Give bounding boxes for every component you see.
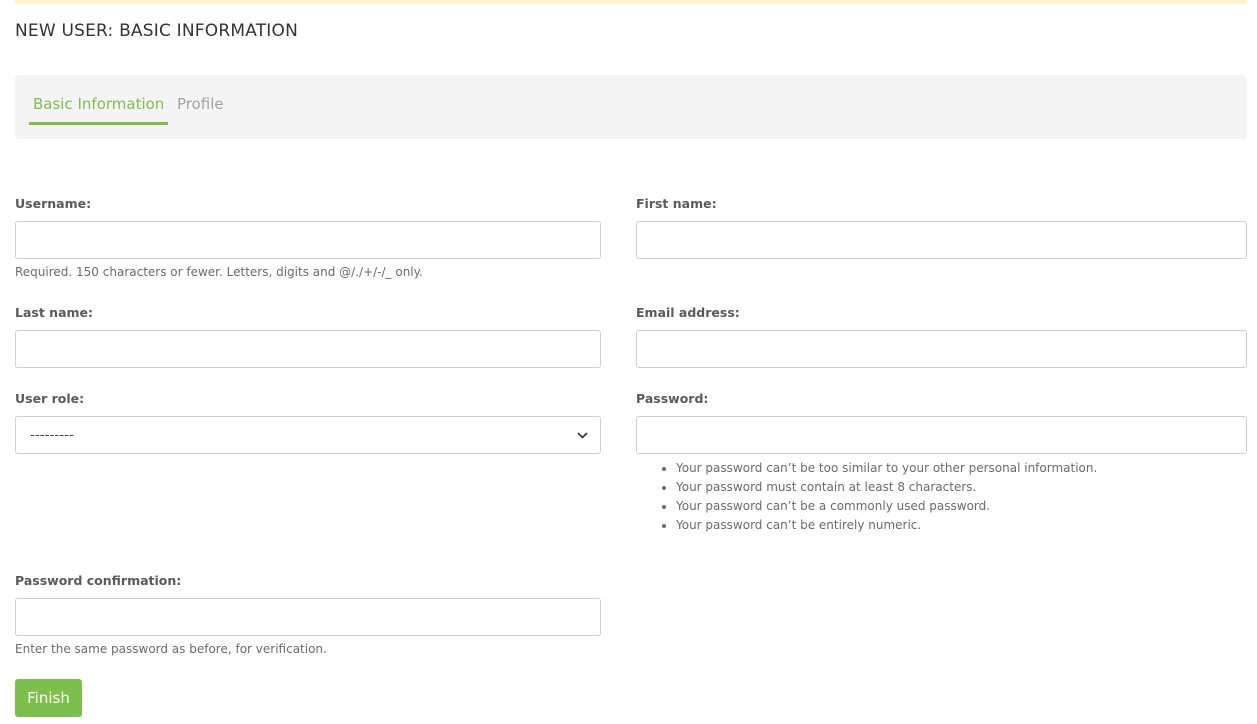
user-role-select[interactable]: --------- — [15, 416, 601, 454]
new-user-page: NEW USER: BASIC INFORMATION Basic Inform… — [0, 0, 1257, 724]
password-confirmation-help-text: Enter the same password as before, for v… — [15, 642, 327, 656]
email-input[interactable] — [636, 330, 1247, 368]
password-label: Password: — [636, 391, 709, 406]
tab-basic-information[interactable]: Basic Information — [29, 95, 169, 125]
password-help-item: Your password can’t be a commonly used p… — [676, 497, 1097, 516]
finish-button[interactable]: Finish — [15, 679, 82, 717]
password-input[interactable] — [636, 416, 1247, 454]
password-help-item: Your password must contain at least 8 ch… — [676, 478, 1097, 497]
page-title: NEW USER: BASIC INFORMATION — [15, 21, 299, 41]
username-help-text: Required. 150 characters or fewer. Lette… — [15, 265, 423, 279]
username-label: Username: — [15, 196, 92, 211]
password-help-item: Your password can’t be entirely numeric. — [676, 516, 1097, 535]
last-name-label: Last name: — [15, 305, 94, 320]
notice-strip — [15, 0, 1247, 4]
chevron-down-icon — [576, 429, 588, 441]
first-name-label: First name: — [636, 196, 717, 211]
password-confirmation-label: Password confirmation: — [15, 573, 182, 588]
username-input[interactable] — [15, 221, 601, 259]
tab-profile[interactable]: Profile — [177, 95, 224, 125]
password-help-list: Your password can’t be too similar to yo… — [660, 459, 1097, 535]
last-name-input[interactable] — [15, 330, 601, 368]
password-help-item: Your password can’t be too similar to yo… — [676, 459, 1097, 478]
user-role-label: User role: — [15, 391, 85, 406]
password-confirmation-input[interactable] — [15, 598, 601, 636]
tabs-bar: Basic Information Profile — [15, 75, 1247, 139]
first-name-input[interactable] — [636, 221, 1247, 259]
email-label: Email address: — [636, 305, 740, 320]
user-role-selected-value: --------- — [30, 427, 74, 443]
